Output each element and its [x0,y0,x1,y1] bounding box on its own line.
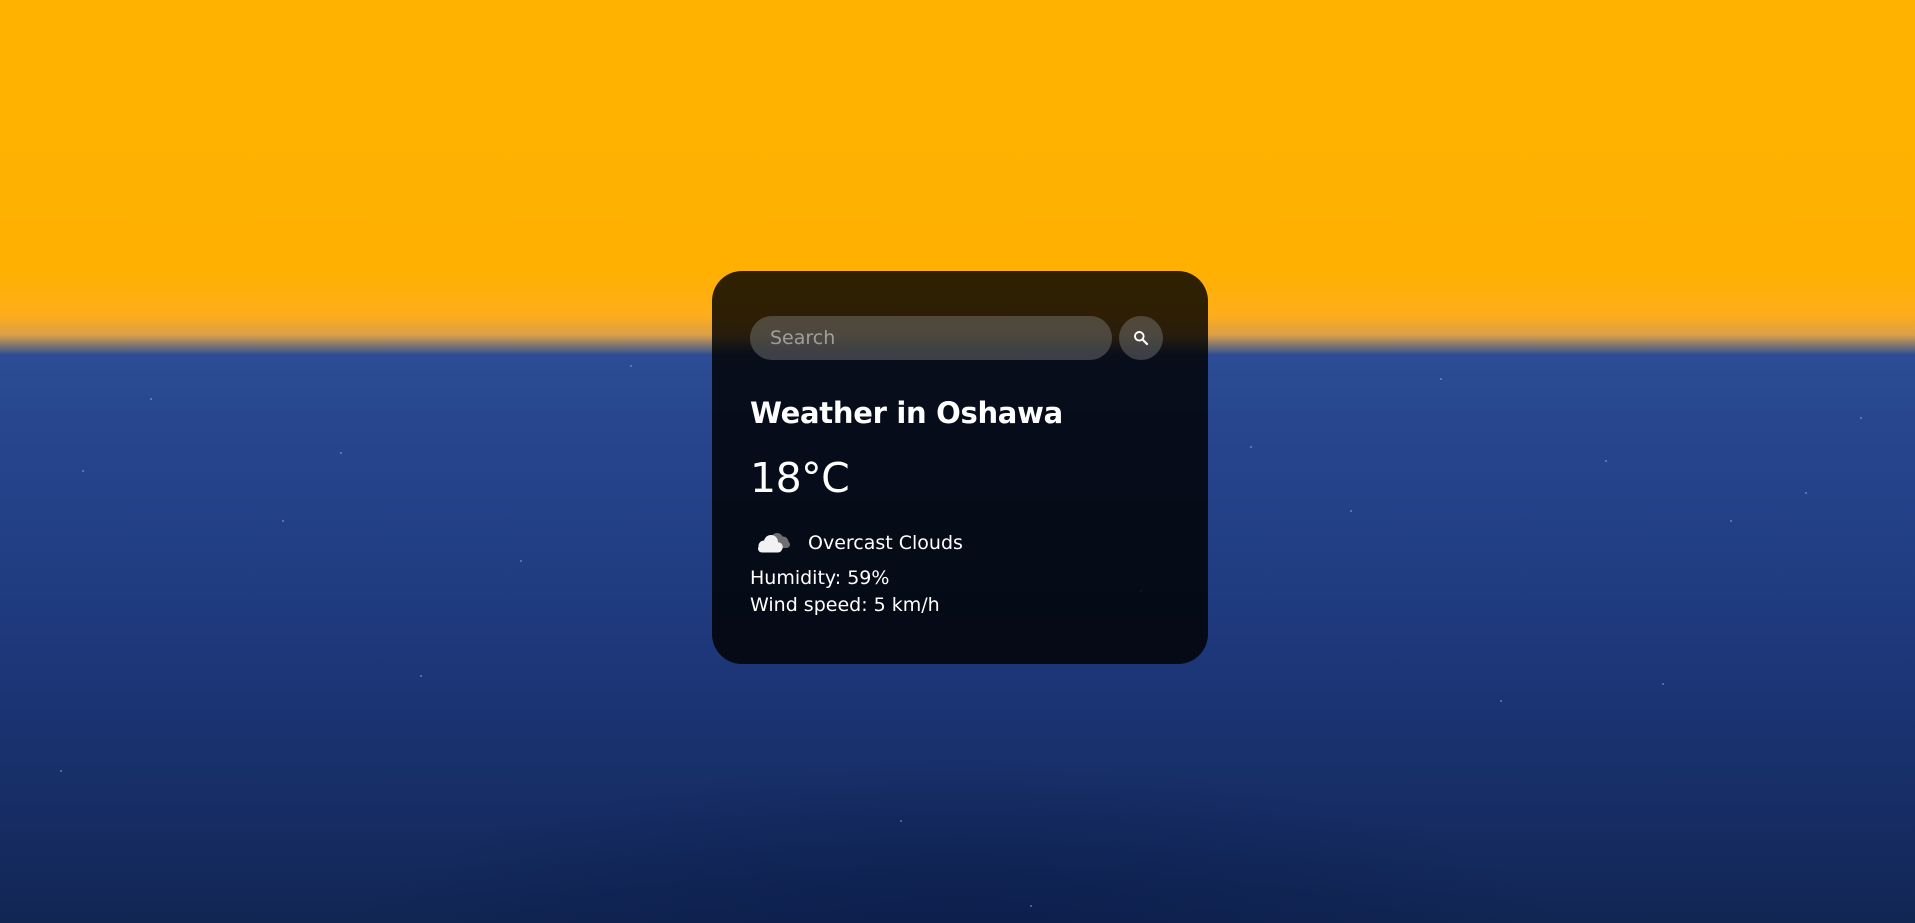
weather-card: Weather in Oshawa 18°C Overcast Clouds H… [712,271,1208,664]
weather-description: Overcast Clouds [808,531,963,554]
search-input[interactable] [750,316,1112,360]
humidity-text: Humidity: 59% [750,566,890,589]
search-bar [750,316,1170,360]
search-icon [1134,331,1149,346]
overcast-clouds-icon [758,532,790,553]
city-heading: Weather in Oshawa [750,396,1063,430]
weather-description-row: Overcast Clouds [750,526,1170,560]
search-button[interactable] [1119,316,1163,360]
temperature: 18°C [750,453,850,502]
wind-speed-text: Wind speed: 5 km/h [750,593,940,616]
